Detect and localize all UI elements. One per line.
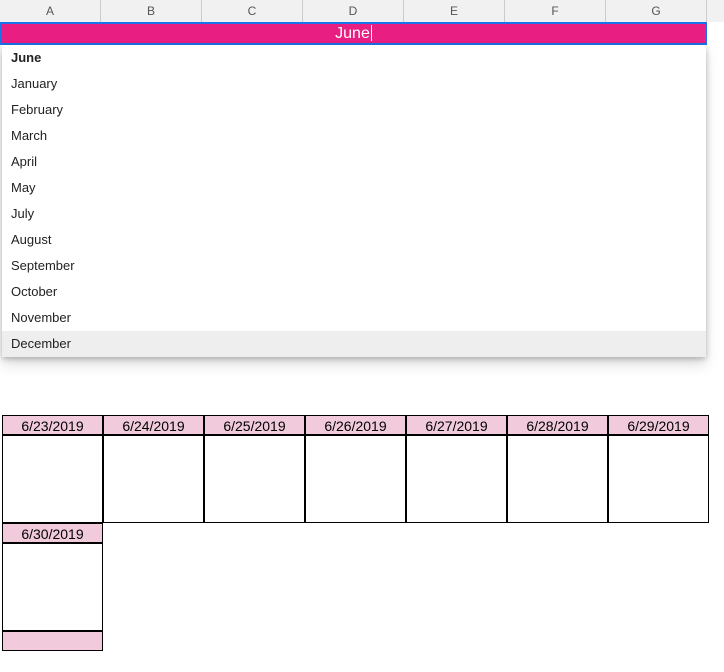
date-cell[interactable]: 6/30/2019: [2, 523, 103, 543]
date-cell[interactable]: 6/23/2019: [2, 415, 103, 435]
dropdown-item-july[interactable]: July: [2, 201, 706, 227]
empty-cell[interactable]: [608, 523, 709, 543]
col-header-c[interactable]: C: [202, 0, 303, 22]
date-header-row-2: 6/30/2019: [2, 523, 709, 543]
col-header-d[interactable]: D: [303, 0, 404, 22]
empty-cell[interactable]: [305, 543, 406, 631]
dropdown-item-september[interactable]: September: [2, 253, 706, 279]
day-body-cell[interactable]: [204, 435, 305, 523]
empty-cell[interactable]: [507, 523, 608, 543]
col-header-e[interactable]: E: [404, 0, 505, 22]
date-cell[interactable]: 6/29/2019: [608, 415, 709, 435]
dropdown-item-august[interactable]: August: [2, 227, 706, 253]
date-cell[interactable]: 6/28/2019: [507, 415, 608, 435]
day-body-cell[interactable]: [507, 435, 608, 523]
empty-cell[interactable]: [305, 523, 406, 543]
empty-cell[interactable]: [204, 543, 305, 631]
empty-cell[interactable]: [406, 523, 507, 543]
month-autocomplete-dropdown[interactable]: June January February March April May Ju…: [2, 45, 706, 357]
dropdown-item-june[interactable]: June: [2, 45, 706, 71]
day-body-cell[interactable]: [103, 435, 204, 523]
column-headers-row: A B C D E F G: [0, 0, 724, 22]
body-row-1: [2, 435, 709, 523]
day-body-cell[interactable]: [406, 435, 507, 523]
day-body-cell[interactable]: [608, 435, 709, 523]
empty-cell[interactable]: [608, 543, 709, 631]
dropdown-item-april[interactable]: April: [2, 149, 706, 175]
dropdown-item-january[interactable]: January: [2, 71, 706, 97]
day-body-cell[interactable]: [2, 435, 103, 523]
date-header-row-1: 6/23/2019 6/24/2019 6/25/2019 6/26/2019 …: [2, 415, 709, 435]
dropdown-item-may[interactable]: May: [2, 175, 706, 201]
month-title-text: June: [335, 25, 370, 42]
dropdown-item-february[interactable]: February: [2, 97, 706, 123]
day-body-cell[interactable]: [305, 435, 406, 523]
empty-cell[interactable]: [103, 523, 204, 543]
col-header-b[interactable]: B: [101, 0, 202, 22]
trailing-pink-row: [2, 631, 709, 651]
day-body-cell[interactable]: [2, 543, 103, 631]
dropdown-item-december[interactable]: December: [2, 331, 706, 357]
body-row-2: [2, 543, 709, 631]
empty-cell[interactable]: [204, 523, 305, 543]
date-cell[interactable]: 6/25/2019: [204, 415, 305, 435]
col-header-a[interactable]: A: [0, 0, 101, 22]
date-cell[interactable]: 6/26/2019: [305, 415, 406, 435]
dropdown-item-october[interactable]: October: [2, 279, 706, 305]
empty-cell[interactable]: [507, 543, 608, 631]
empty-cell[interactable]: [103, 543, 204, 631]
date-cell[interactable]: 6/24/2019: [103, 415, 204, 435]
dropdown-item-november[interactable]: November: [2, 305, 706, 331]
dropdown-item-march[interactable]: March: [2, 123, 706, 149]
empty-cell[interactable]: [406, 543, 507, 631]
trailing-pink-cell[interactable]: [2, 631, 103, 651]
col-header-g[interactable]: G: [606, 0, 707, 22]
date-cell[interactable]: 6/27/2019: [406, 415, 507, 435]
month-title-cell[interactable]: June: [0, 22, 707, 45]
col-header-f[interactable]: F: [505, 0, 606, 22]
col-header-gutter: [707, 0, 724, 22]
text-cursor: [371, 25, 372, 41]
